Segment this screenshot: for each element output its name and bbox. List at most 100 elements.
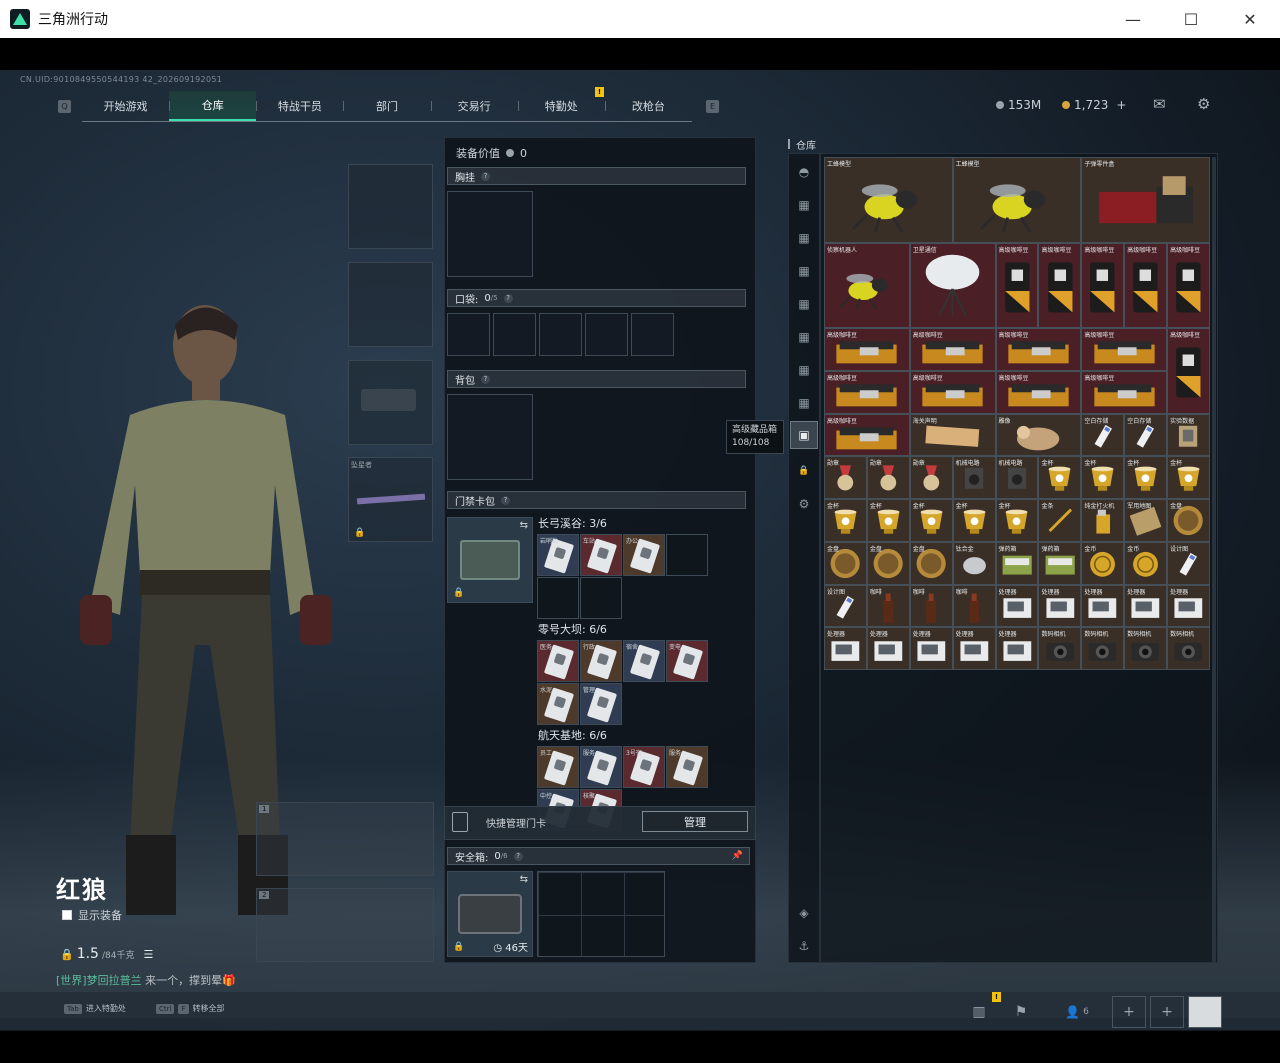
keycard-slot[interactable]: 岩哨站 [537,534,579,576]
keycard-slot[interactable]: 车站 [580,534,622,576]
keycard-slot[interactable]: 员工 [537,746,579,788]
stats-icon[interactable]: ▥ [962,996,996,1028]
stash-item[interactable]: 机械电路 [995,456,1039,499]
stash-item[interactable]: 处理器 [995,627,1039,670]
stash-item[interactable]: 高级咖啡豆 [1081,242,1125,328]
stash-item[interactable]: 空白存储 [1081,413,1125,457]
stash-item[interactable]: 高级咖啡豆 [909,370,996,414]
stash-item[interactable]: 高级咖啡豆 [995,242,1039,328]
stash-item[interactable]: 金币 [1081,541,1125,585]
stash-item[interactable]: 处理器 [995,584,1039,628]
keycard-slot[interactable]: 服务 [666,746,708,788]
melee-slot[interactable]: 坠星者 🔒 [348,457,433,542]
filter-tab-icon[interactable]: ▦ [795,361,813,379]
stash-item[interactable]: 处理器 [1038,584,1082,628]
stash-item[interactable]: 工蜂模型 [824,157,953,243]
stash-item[interactable]: 金杯 [952,499,996,542]
stash-item[interactable]: 高级咖啡豆 [824,370,910,414]
keycard-slot[interactable]: 3号宿 [623,746,665,788]
keyhint-e[interactable]: E [706,100,719,113]
stash-item[interactable]: 高级咖啡豆 [1081,370,1168,414]
stash-item[interactable]: 金条 [1038,499,1082,542]
stash-item[interactable]: 高级咖啡豆 [1038,242,1082,328]
pistol-slot[interactable] [348,360,433,445]
stash-item[interactable]: 高级咖啡豆 [995,328,1082,371]
help-icon[interactable]: ? [481,374,490,384]
nav-tab[interactable]: 改枪台 [604,91,692,121]
stash-item[interactable]: 金杯 [1081,456,1125,499]
stash-item[interactable]: 数码相机 [1124,627,1168,670]
stash-item[interactable]: 高级咖啡豆 [824,328,910,371]
collectibles-tab-icon[interactable]: ▣ [790,421,818,449]
stash-item[interactable]: 高级咖啡豆 [1167,242,1210,328]
stash-item[interactable]: 金杯 [824,499,867,542]
stash-item[interactable]: 处理器 [1124,584,1168,628]
stash-item[interactable]: 处理器 [866,627,910,670]
stash-item[interactable]: 金杯 [909,499,953,542]
stash-item[interactable]: 高级咖啡豆 [824,413,910,457]
swap-icon[interactable]: ⇆ [520,874,528,885]
keycard-slot[interactable] [537,577,579,619]
layers-icon[interactable]: ◈ [795,904,813,922]
hint-enter-special[interactable]: Tab 进入特勤处 [64,1003,126,1014]
nav-tab[interactable]: 部门 [343,91,430,121]
stash-item[interactable]: 钛合金 [952,541,996,585]
hint-transfer-all[interactable]: Ctrl F 转移全部 [156,1003,225,1014]
add-friend-button[interactable]: + [1112,996,1146,1028]
stash-item[interactable]: 数码相机 [1081,627,1125,670]
list-icon[interactable]: ☰ [143,948,153,961]
pocket-slot[interactable] [493,313,536,356]
stash-item[interactable]: 设计图 [1167,541,1210,585]
safebox-grid[interactable] [537,871,665,957]
stash-item[interactable]: 咖啡 [909,584,953,628]
stash-item[interactable]: 军用地图 [1124,499,1168,542]
keycard-pack-slot[interactable]: 🔒 ⇆ [447,517,533,603]
stash-item[interactable]: 设计图 [824,584,867,628]
filter-tab-icon[interactable]: ▦ [795,262,813,280]
stash-item[interactable]: 弹药箱 [995,541,1039,585]
stash-item[interactable]: 弹药箱 [1038,541,1082,585]
settings-icon[interactable]: ⚙ [795,495,813,513]
help-icon[interactable]: ? [513,851,523,861]
keycard-slot[interactable] [580,577,622,619]
nav-tab[interactable]: 特战干员 [256,91,343,121]
maximize-button[interactable]: ☐ [1162,0,1220,38]
stash-item[interactable]: 子弹零件盒 [1081,157,1210,243]
nav-tab[interactable]: 仓库 [169,91,257,121]
stash-item[interactable]: 机械电路 [952,456,996,499]
stash-item[interactable]: 实验数据 [1167,413,1210,457]
stash-item[interactable]: 处理器 [909,627,953,670]
pocket-slot[interactable] [447,313,490,356]
stash-item[interactable]: 金杯 [1167,456,1210,499]
filter-tab-icon[interactable]: ▦ [795,295,813,313]
keycard-slot[interactable] [666,534,708,576]
stash-item[interactable]: 处理器 [824,627,867,670]
stash-item[interactable]: 雕像 [995,413,1082,457]
helmet-slot[interactable] [348,164,433,249]
chest-rig-slot[interactable] [447,191,533,277]
stash-item[interactable]: 勋章 [909,456,953,499]
primary-weapon-slot-1[interactable]: 1 [256,802,434,876]
stash-item[interactable]: 金杯 [1124,456,1168,499]
keycard-slot[interactable]: 宿舍 [623,640,665,682]
stash-scrollbar[interactable] [1212,157,1216,962]
keycard-slot[interactable]: 变电 [666,640,708,682]
help-icon[interactable]: ? [503,293,513,303]
close-button[interactable]: ✕ [1221,0,1279,38]
add-currency-button[interactable]: + [1116,98,1126,112]
stash-item[interactable]: 纯金打火机 [1081,499,1125,542]
flag-icon[interactable]: ⚑ [1004,996,1038,1028]
keycard-slot[interactable]: 服务 [580,746,622,788]
checkbox[interactable] [62,910,72,920]
lock-icon[interactable]: 🔒 [795,462,813,480]
help-icon[interactable]: ? [481,171,490,181]
help-icon[interactable]: ? [501,495,510,505]
primary-weapon-slot-2[interactable]: 2 [256,888,434,962]
team-button[interactable]: 👤 6 [1052,996,1102,1028]
filter-tab-icon[interactable]: ▦ [795,328,813,346]
keyhint-q[interactable]: Q [58,100,71,113]
show-equipment-toggle[interactable]: 显示装备 [62,907,122,923]
stash-item[interactable]: 金杯 [995,499,1039,542]
stash-item[interactable]: 空白存储 [1124,413,1168,457]
manage-button[interactable]: 管理 [642,811,748,832]
